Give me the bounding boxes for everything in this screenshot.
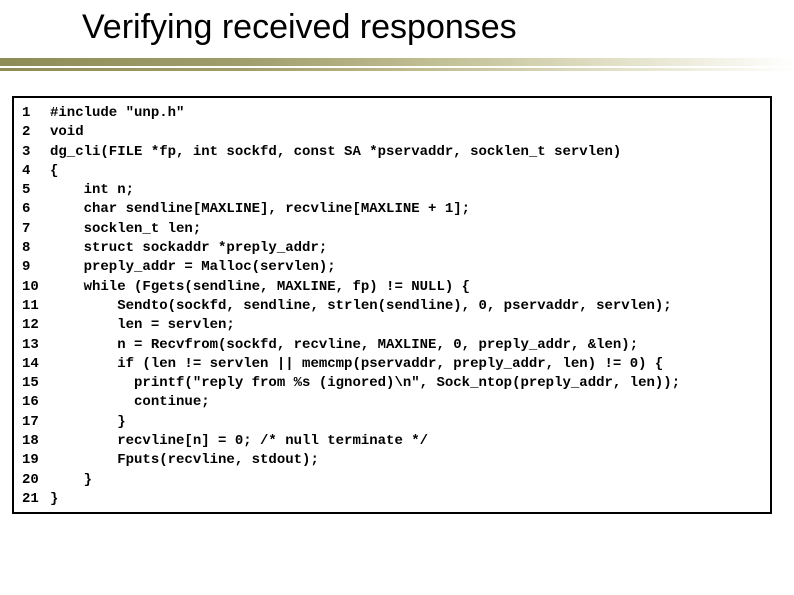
line-number: 11	[22, 297, 50, 316]
code-row: 1#include "unp.h"	[22, 104, 764, 123]
code-line: if (len != servlen || memcmp(pservaddr, …	[50, 355, 764, 374]
line-number: 9	[22, 258, 50, 277]
code-row: 15 printf("reply from %s (ignored)\n", S…	[22, 374, 764, 393]
line-number: 1	[22, 104, 50, 123]
line-number: 18	[22, 432, 50, 451]
code-line: char sendline[MAXLINE], recvline[MAXLINE…	[50, 200, 764, 219]
code-line: {	[50, 162, 764, 181]
code-line: continue;	[50, 393, 764, 412]
code-line: while (Fgets(sendline, MAXLINE, fp) != N…	[50, 278, 764, 297]
line-number: 8	[22, 239, 50, 258]
code-row: 16 continue;	[22, 393, 764, 412]
code-line: struct sockaddr *preply_addr;	[50, 239, 764, 258]
code-line: Fputs(recvline, stdout);	[50, 451, 764, 470]
code-line: n = Recvfrom(sockfd, recvline, MAXLINE, …	[50, 336, 764, 355]
slide: Verifying received responses 1#include "…	[0, 0, 794, 595]
code-line: dg_cli(FILE *fp, int sockfd, const SA *p…	[50, 143, 764, 162]
line-number: 17	[22, 413, 50, 432]
line-number: 10	[22, 278, 50, 297]
code-line: socklen_t len;	[50, 220, 764, 239]
code-line: #include "unp.h"	[50, 104, 764, 123]
code-row: 14 if (len != servlen || memcmp(pservadd…	[22, 355, 764, 374]
code-line: Sendto(sockfd, sendline, strlen(sendline…	[50, 297, 764, 316]
code-row: 6 char sendline[MAXLINE], recvline[MAXLI…	[22, 200, 764, 219]
code-row: 20 }	[22, 471, 764, 490]
code-row: 3dg_cli(FILE *fp, int sockfd, const SA *…	[22, 143, 764, 162]
line-number: 5	[22, 181, 50, 200]
code-row: 9 preply_addr = Malloc(servlen);	[22, 258, 764, 277]
code-row: 4{	[22, 162, 764, 181]
code-line: void	[50, 123, 764, 142]
code-block: 1#include "unp.h"2void3dg_cli(FILE *fp, …	[12, 96, 772, 514]
line-number: 20	[22, 471, 50, 490]
line-number: 6	[22, 200, 50, 219]
code-row: 17 }	[22, 413, 764, 432]
line-number: 15	[22, 374, 50, 393]
code-line: }	[50, 471, 764, 490]
slide-title: Verifying received responses	[82, 8, 517, 47]
line-number: 4	[22, 162, 50, 181]
code-line: }	[50, 413, 764, 432]
code-row: 2void	[22, 123, 764, 142]
line-number: 2	[22, 123, 50, 142]
code-row: 11 Sendto(sockfd, sendline, strlen(sendl…	[22, 297, 764, 316]
title-underline	[0, 58, 794, 72]
code-line: len = servlen;	[50, 316, 764, 335]
code-line: preply_addr = Malloc(servlen);	[50, 258, 764, 277]
code-row: 8 struct sockaddr *preply_addr;	[22, 239, 764, 258]
code-line: printf("reply from %s (ignored)\n", Sock…	[50, 374, 764, 393]
code-row: 21}	[22, 490, 764, 509]
code-row: 18 recvline[n] = 0; /* null terminate */	[22, 432, 764, 451]
code-line: }	[50, 490, 764, 509]
code-row: 13 n = Recvfrom(sockfd, recvline, MAXLIN…	[22, 336, 764, 355]
line-number: 7	[22, 220, 50, 239]
code-row: 5 int n;	[22, 181, 764, 200]
code-line: recvline[n] = 0; /* null terminate */	[50, 432, 764, 451]
line-number: 14	[22, 355, 50, 374]
code-row: 12 len = servlen;	[22, 316, 764, 335]
code-row: 19 Fputs(recvline, stdout);	[22, 451, 764, 470]
code-line: int n;	[50, 181, 764, 200]
line-number: 13	[22, 336, 50, 355]
line-number: 21	[22, 490, 50, 509]
line-number: 12	[22, 316, 50, 335]
code-row: 10 while (Fgets(sendline, MAXLINE, fp) !…	[22, 278, 764, 297]
line-number: 3	[22, 143, 50, 162]
line-number: 16	[22, 393, 50, 412]
line-number: 19	[22, 451, 50, 470]
underline-bar-top	[0, 58, 794, 66]
code-row: 7 socklen_t len;	[22, 220, 764, 239]
underline-bar-bottom	[0, 68, 794, 71]
